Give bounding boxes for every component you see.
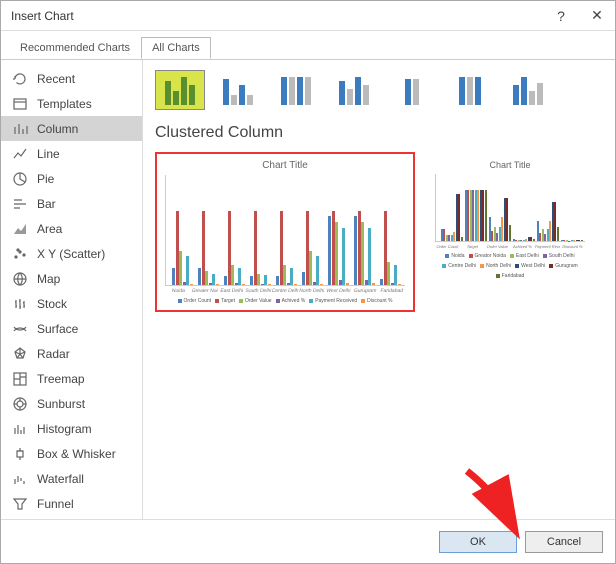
pie-icon bbox=[11, 170, 29, 188]
sidebar-item-label: X Y (Scatter) bbox=[37, 247, 105, 261]
sunburst-icon bbox=[11, 395, 29, 413]
sidebar-item-label: Histogram bbox=[37, 422, 92, 436]
sidebar-item-map[interactable]: Map bbox=[1, 266, 142, 291]
sidebar-item-label: Box & Whisker bbox=[37, 447, 116, 461]
chart-preview-2[interactable]: Chart Title Order CountTargetOrder Value… bbox=[425, 152, 595, 287]
sidebar-item-label: Bar bbox=[37, 197, 56, 211]
subtype-3d-stacked-column[interactable] bbox=[387, 70, 437, 110]
box-icon bbox=[11, 445, 29, 463]
subtype-3d-100-stacked-column[interactable] bbox=[445, 70, 495, 110]
sidebar-item-label: Surface bbox=[37, 322, 78, 336]
title-bar: Insert Chart ? ✕ bbox=[1, 1, 615, 31]
scatter-icon bbox=[11, 245, 29, 263]
preview2-title: Chart Title bbox=[435, 160, 585, 170]
subtype-3d-column[interactable] bbox=[503, 70, 553, 110]
preview1-plot bbox=[165, 175, 405, 286]
dialog-footer: OK Cancel bbox=[1, 519, 615, 563]
line-icon bbox=[11, 145, 29, 163]
sidebar-item-label: Radar bbox=[37, 347, 70, 361]
sidebar-item-sunburst[interactable]: Sunburst bbox=[1, 391, 142, 416]
sidebar-item-label: Sunburst bbox=[37, 397, 85, 411]
sidebar-item-area[interactable]: Area bbox=[1, 216, 142, 241]
cancel-button[interactable]: Cancel bbox=[525, 531, 603, 553]
sidebar-item-recent[interactable]: Recent bbox=[1, 66, 142, 91]
window-title: Insert Chart bbox=[11, 9, 543, 23]
sidebar-item-funnel[interactable]: Funnel bbox=[1, 491, 142, 516]
sidebar-item-label: Stock bbox=[37, 297, 67, 311]
close-button[interactable]: ✕ bbox=[579, 1, 615, 31]
treemap-icon bbox=[11, 370, 29, 388]
subtype-100-stacked-column[interactable] bbox=[271, 70, 321, 110]
preview1-legend: Order CountTargetOrder ValueAchived %Pay… bbox=[165, 298, 405, 304]
preview1-categories: NoidaGreater NoidaEast DelhiSouth DelhiC… bbox=[164, 288, 405, 294]
templates-icon bbox=[11, 95, 29, 113]
preview2-categories: Order CountTargetOrder ValueAchived %Pay… bbox=[435, 244, 586, 249]
stock-icon bbox=[11, 295, 29, 313]
sidebar-item-label: Line bbox=[37, 147, 60, 161]
sidebar-item-label: Pie bbox=[37, 172, 54, 186]
sidebar-item-histogram[interactable]: Histogram bbox=[1, 416, 142, 441]
sidebar-item-box[interactable]: Box & Whisker bbox=[1, 441, 142, 466]
sidebar-item-label: Recent bbox=[37, 72, 75, 86]
subtype-3d-clustered-column[interactable] bbox=[329, 70, 379, 110]
sidebar-item-label: Area bbox=[37, 222, 62, 236]
tab-recommended-charts[interactable]: Recommended Charts bbox=[9, 37, 141, 59]
subtype-clustered-column[interactable] bbox=[155, 70, 205, 110]
column-icon bbox=[11, 120, 29, 138]
area-icon bbox=[11, 220, 29, 238]
tab-strip: Recommended Charts All Charts bbox=[9, 37, 615, 59]
tab-all-charts[interactable]: All Charts bbox=[141, 37, 211, 59]
waterfall-icon bbox=[11, 470, 29, 488]
preview2-legend: NoidaGreator NoidaEast DelhiSouth DelhiC… bbox=[435, 253, 585, 279]
sidebar-item-label: Column bbox=[37, 122, 78, 136]
funnel-icon bbox=[11, 495, 29, 513]
sidebar-item-label: Waterfall bbox=[37, 472, 84, 486]
sidebar-item-label: Templates bbox=[37, 97, 92, 111]
sidebar-item-radar[interactable]: Radar bbox=[1, 341, 142, 366]
sidebar-item-pie[interactable]: Pie bbox=[1, 166, 142, 191]
sidebar-item-label: Funnel bbox=[37, 497, 74, 511]
chart-preview-1[interactable]: Chart Title NoidaGreater NoidaEast Delhi… bbox=[155, 152, 415, 312]
sidebar-item-label: Treemap bbox=[37, 372, 85, 386]
map-icon bbox=[11, 270, 29, 288]
sidebar-item-surface[interactable]: Surface bbox=[1, 316, 142, 341]
recent-icon bbox=[11, 70, 29, 88]
bar-icon bbox=[11, 195, 29, 213]
help-button[interactable]: ? bbox=[543, 1, 579, 31]
subtype-headline: Clustered Column bbox=[155, 124, 603, 142]
sidebar-item-line[interactable]: Line bbox=[1, 141, 142, 166]
histogram-icon bbox=[11, 420, 29, 438]
subtype-stacked-column[interactable] bbox=[213, 70, 263, 110]
preview1-title: Chart Title bbox=[165, 160, 405, 171]
radar-icon bbox=[11, 345, 29, 363]
sidebar-item-waterfall[interactable]: Waterfall bbox=[1, 466, 142, 491]
surface-icon bbox=[11, 320, 29, 338]
sidebar-item-bar[interactable]: Bar bbox=[1, 191, 142, 216]
sidebar-item-label: Map bbox=[37, 272, 60, 286]
ok-button[interactable]: OK bbox=[439, 531, 517, 553]
preview2-plot bbox=[435, 174, 585, 242]
main-panel: Clustered Column Chart Title NoidaGreate… bbox=[143, 60, 615, 519]
sidebar-item-templates[interactable]: Templates bbox=[1, 91, 142, 116]
sidebar-item-column[interactable]: Column bbox=[1, 116, 142, 141]
sidebar-item-treemap[interactable]: Treemap bbox=[1, 366, 142, 391]
subtype-thumbnails bbox=[155, 70, 603, 110]
sidebar-item-scatter[interactable]: X Y (Scatter) bbox=[1, 241, 142, 266]
sidebar-item-stock[interactable]: Stock bbox=[1, 291, 142, 316]
chart-type-sidebar: Recent Templates Column Line Pie Bar Area X Y (… bbox=[1, 60, 143, 519]
